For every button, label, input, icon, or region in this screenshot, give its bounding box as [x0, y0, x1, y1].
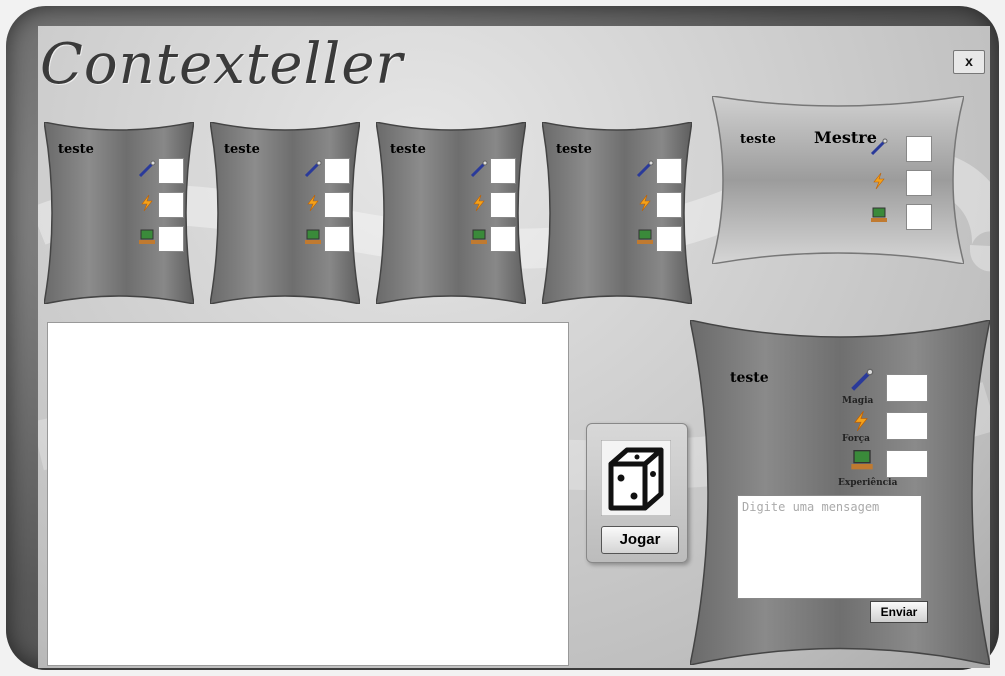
magic-label: Magia	[842, 396, 874, 406]
computer-icon	[305, 229, 321, 244]
master-role-label: Mestre	[814, 128, 877, 147]
player-strength-value	[324, 192, 350, 218]
player-name: teste	[58, 142, 94, 157]
experience-value	[886, 450, 928, 478]
wand-icon	[470, 160, 488, 178]
player-magic-value	[158, 158, 184, 184]
self-player-name: teste	[730, 370, 769, 386]
player-magic-value	[324, 158, 350, 184]
master-panel: teste Mestre	[712, 96, 964, 264]
app-title: Contexteller	[40, 32, 404, 97]
lightning-icon	[873, 172, 885, 190]
player-experience-value	[656, 226, 682, 252]
message-input[interactable]	[737, 495, 922, 599]
send-button[interactable]: Enviar	[870, 601, 928, 623]
lightning-icon	[473, 194, 485, 212]
computer-icon	[637, 229, 653, 244]
strength-label: Força	[842, 434, 870, 444]
player-name: teste	[224, 142, 260, 157]
close-button[interactable]: x	[953, 50, 985, 74]
strength-value	[886, 412, 928, 440]
player-experience-value	[490, 226, 516, 252]
master-experience-value	[906, 204, 932, 230]
experience-label: Experiência	[838, 478, 898, 488]
roll-dice-button[interactable]: Jogar	[601, 526, 679, 554]
player-panel: teste	[542, 122, 692, 304]
wand-icon	[138, 160, 156, 178]
magic-value	[886, 374, 928, 402]
wand-icon	[851, 368, 874, 391]
dice-icon	[601, 440, 671, 516]
master-strength-value	[906, 170, 932, 196]
lightning-icon	[639, 194, 651, 212]
player-strength-value	[490, 192, 516, 218]
player-experience-value	[324, 226, 350, 252]
self-player-panel: teste Magia Força Experiência	[690, 320, 990, 665]
computer-icon	[471, 229, 487, 244]
player-panel: teste	[44, 122, 194, 304]
player-experience-value	[158, 226, 184, 252]
master-player-name: teste	[740, 132, 776, 147]
wand-icon	[636, 160, 654, 178]
player-panel: teste	[210, 122, 360, 304]
player-name: teste	[556, 142, 592, 157]
computer-icon	[851, 450, 873, 470]
player-strength-value	[656, 192, 682, 218]
dice-panel: Jogar	[586, 423, 688, 563]
wand-icon	[870, 138, 888, 156]
lightning-icon	[141, 194, 153, 212]
computer-icon	[871, 207, 887, 222]
lightning-icon	[307, 194, 319, 212]
master-magic-value	[906, 136, 932, 162]
player-magic-value	[656, 158, 682, 184]
player-name: teste	[390, 142, 426, 157]
computer-icon	[139, 229, 155, 244]
player-panel: teste	[376, 122, 526, 304]
player-strength-value	[158, 192, 184, 218]
wand-icon	[304, 160, 322, 178]
lightning-icon	[854, 410, 868, 432]
player-magic-value	[490, 158, 516, 184]
game-log-area[interactable]	[47, 322, 569, 666]
